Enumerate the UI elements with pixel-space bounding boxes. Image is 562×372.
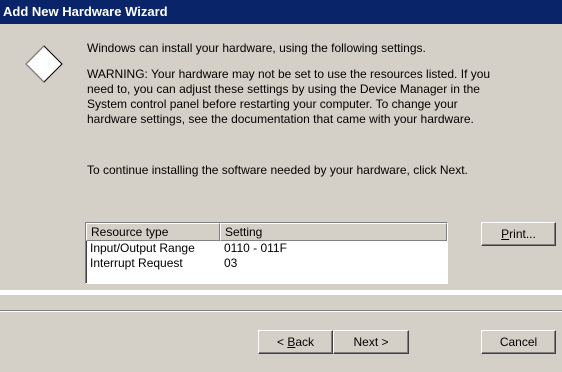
column-header-resource-type[interactable]: Resource type [86,223,220,241]
warning-text: WARNING: Your hardware may not be set to… [87,67,557,127]
cancel-button[interactable]: Cancel [481,330,556,354]
back-prefix: < [276,335,288,349]
window-title: Add New Hardware Wizard [3,4,168,19]
divider [0,290,562,295]
setting-cell: 0110 - 011F [224,241,287,255]
print-label: rint... [509,227,536,241]
resource-list[interactable]: Resource type Setting Input/Output Range… [85,222,448,284]
back-label: ack [295,335,315,349]
resource-type-cell: Input/Output Range [90,241,195,255]
list-item[interactable]: Input/Output Range 0110 - 011F [86,241,447,256]
next-button[interactable]: Next > [333,330,409,354]
intro-text: Windows can install your hardware, using… [87,41,426,55]
print-button[interactable]: Print... [481,222,556,246]
setting-cell: 03 [224,256,238,270]
warning-line: System control panel before restarting y… [87,97,458,111]
separator-highlight [0,311,562,312]
warning-line: need to, you can adjust these settings b… [87,82,480,96]
column-header-setting[interactable]: Setting [220,223,447,241]
list-header: Resource type Setting [86,223,447,241]
title-bar[interactable]: Add New Hardware Wizard [0,0,562,24]
back-button[interactable]: < Back [258,330,333,354]
warning-line: WARNING: Your hardware may not be set to… [87,67,491,81]
diamond-outline-icon [25,45,63,83]
list-item[interactable]: Interrupt Request 03 [86,256,447,271]
print-mnemonic: P [501,227,510,241]
resource-type-cell: Interrupt Request [90,256,183,270]
continue-text: To continue installing the software need… [87,163,468,177]
warning-line: hardware settings, see the documentation… [87,112,474,126]
